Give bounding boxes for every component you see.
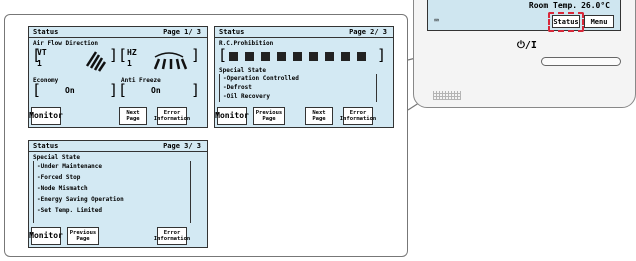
power-button-icon[interactable]: ⏻/I (517, 40, 537, 51)
bracket: ][ (109, 46, 128, 64)
page-indicator: Page 3/ 3 (163, 142, 201, 150)
prohibition-indicator (261, 52, 270, 61)
screen-header: Status Page 1/ 3 (29, 27, 207, 38)
speaker-grille (433, 91, 461, 100)
status-screen-page-3: Status Page 3/ 3 Special State -Under Ma… (28, 140, 208, 248)
monitor-button[interactable]: Monitor (29, 227, 63, 245)
monitor-button[interactable]: Monitor (29, 107, 63, 125)
special-state-list: -Under Maintenance -Forced Stop -Node Mi… (33, 161, 191, 223)
economy-value: On (65, 86, 75, 95)
error-information-button[interactable]: Error Information (340, 107, 376, 125)
status-screen-page-1: Status Page 1/ 3 Air Flow Direction [ VT… (28, 26, 208, 128)
list-item: -Operation Controlled (223, 75, 299, 82)
prohibition-indicator (357, 52, 366, 61)
list-item: -Under Maintenance (37, 163, 103, 170)
screen-header: Status Page 3/ 3 (29, 141, 207, 152)
previous-page-button[interactable]: Previous Page (253, 107, 285, 125)
error-information-button[interactable]: Error Information (154, 227, 190, 245)
list-item: -Node Mismatch (37, 185, 88, 192)
hz-label: HZ (127, 48, 137, 57)
bracket: ] (191, 46, 201, 64)
screen-header: Status Page 2/ 3 (215, 27, 393, 38)
remote-menu-button[interactable]: Menu (584, 15, 614, 28)
rc-prohibition-label: R.C.Prohibition (219, 40, 274, 47)
page-indicator: Page 1/ 3 (163, 28, 201, 36)
prohibition-indicator (325, 52, 334, 61)
air-flow-label: Air Flow Direction (33, 40, 99, 47)
bracket: ] (191, 81, 201, 99)
prohibition-indicator (229, 52, 238, 61)
special-state-label: Special State (219, 67, 266, 74)
prohibition-indicator (245, 52, 254, 61)
special-state-label: Special State (33, 154, 80, 161)
vertical-louver-icon (85, 51, 107, 72)
prohibition-indicator (309, 52, 318, 61)
hz-value: 1 (127, 59, 132, 68)
room-temp-value: 26.0°C (581, 1, 610, 10)
vt-value: 1 (37, 59, 42, 68)
list-item: -Set Temp. Limited (37, 207, 103, 214)
bracket: [ (218, 46, 228, 64)
bracket: ] (377, 46, 387, 64)
list-item: -Forced Stop (37, 174, 81, 181)
vt-label: VT (37, 48, 47, 57)
next-page-button[interactable]: Next Page (119, 107, 147, 125)
screen-title: Status (219, 28, 245, 36)
prohibition-indicator (277, 52, 286, 61)
special-state-list: -Operation Controlled -Defrost -Oil Reco… (219, 74, 377, 102)
bracket: [ (32, 81, 42, 99)
remote-screen: Room Temp. 26.0°C ⌨ Status Menu (427, 0, 621, 32)
mode-icon: ⌨ (434, 16, 439, 25)
remote-controller: Room Temp. 26.0°C ⌨ Status Menu ⏻/I (413, 0, 636, 110)
previous-page-button[interactable]: Previous Page (67, 227, 99, 245)
bracket: ][ (109, 81, 128, 99)
monitor-button[interactable]: Monitor (215, 107, 249, 125)
status-button-highlight (548, 12, 584, 32)
error-information-button[interactable]: Error Information (154, 107, 190, 125)
room-temp-label: Room Temp. (528, 1, 578, 10)
list-item: -Energy Saving Operation (37, 196, 124, 203)
list-item: -Defrost (223, 84, 252, 91)
page-indicator: Page 2/ 3 (349, 28, 387, 36)
anti-freeze-value: On (151, 86, 161, 95)
prohibition-indicator (293, 52, 302, 61)
prohibition-indicators (229, 52, 379, 62)
prohibition-indicator (341, 52, 350, 61)
status-screen-page-2: Status Page 2/ 3 R.C.Prohibition [ ] Spe… (214, 26, 394, 128)
next-page-button[interactable]: Next Page (305, 107, 333, 125)
room-temp-readout: Room Temp. 26.0°C (529, 1, 610, 10)
indicator-slot (541, 57, 621, 66)
list-item: -Oil Recovery (223, 93, 270, 100)
screen-title: Status (33, 142, 59, 150)
screen-title: Status (33, 28, 59, 36)
horizontal-louver-icon (153, 52, 188, 70)
